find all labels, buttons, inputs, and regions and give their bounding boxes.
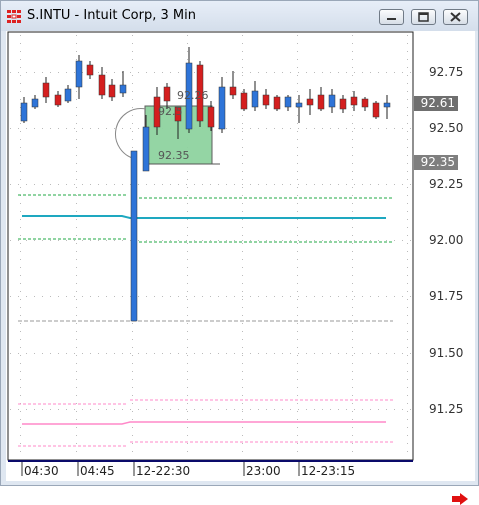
price-label-92-75: 92.75 <box>429 65 464 79</box>
close-button[interactable] <box>443 9 468 25</box>
time-label-2315: 12-23:15 <box>301 464 356 478</box>
price-label-92-25: 92.25 <box>429 177 464 191</box>
order-side-label: 92.5 <box>158 105 183 118</box>
price-label-91-75: 91.75 <box>429 289 464 303</box>
app-grid-icon <box>7 10 21 23</box>
time-label-2300: 23:00 <box>246 464 281 478</box>
chart-window: S.INTU - Intuit Corp, 3 Min 92.26 92.5 9… <box>0 0 479 505</box>
restore-button[interactable] <box>411 9 436 25</box>
window-title: S.INTU - Intuit Corp, 3 Min <box>27 8 196 23</box>
candle <box>130 150 138 322</box>
price-label-92-00: 92.00 <box>429 233 464 247</box>
order-price-marker: 92.35 <box>414 155 458 170</box>
title-bar[interactable]: S.INTU - Intuit Corp, 3 Min <box>1 1 478 31</box>
price-label-91-50: 91.50 <box>429 346 464 360</box>
time-label-0445: 04:45 <box>80 464 115 478</box>
candle <box>273 95 281 111</box>
candle <box>372 101 380 119</box>
restore-icon <box>418 12 429 22</box>
time-label-2230: 12-22:30 <box>136 464 191 478</box>
order-top-label: 92.26 <box>177 89 209 102</box>
price-label-92-50: 92.50 <box>429 121 464 135</box>
price-label-91-25: 91.25 <box>429 402 464 416</box>
last-price-marker: 92.61 <box>414 96 458 111</box>
minimize-button[interactable] <box>379 9 404 25</box>
time-label-0430: 04:30 <box>24 464 59 478</box>
order-price-label[interactable]: 92.35 <box>158 149 190 162</box>
minimize-icon <box>387 18 396 20</box>
price-chart[interactable] <box>6 31 475 481</box>
close-icon <box>450 12 461 22</box>
scroll-right-arrow-icon[interactable] <box>452 493 468 505</box>
chart-area[interactable]: 92.26 92.5 92.35 92.75 92.50 92.25 92.00… <box>6 31 475 505</box>
